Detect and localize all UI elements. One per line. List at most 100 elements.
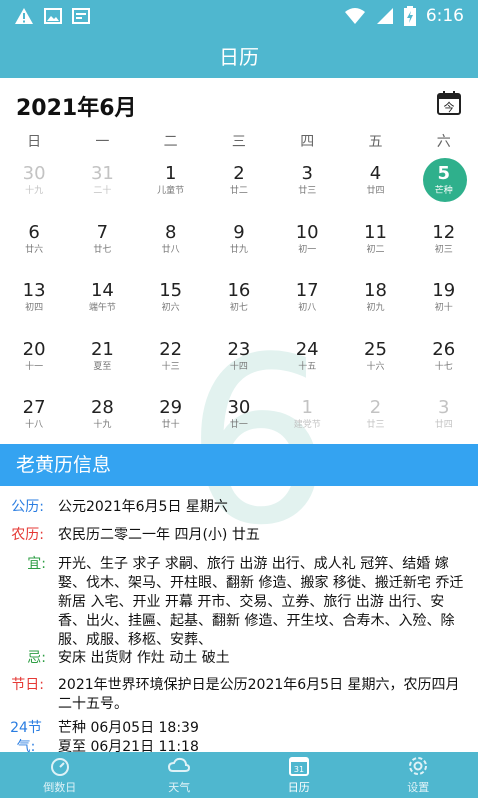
yi-value: 开光、生子 求子 求嗣、旅行 出游 出行、成人礼 冠笄、结婚 嫁娶、伐木、架马、… [58, 556, 464, 648]
tab-label: 倒数日 [43, 781, 77, 794]
day-number: 8 [164, 221, 177, 243]
lunar-day-label: 十九 [93, 420, 112, 430]
day-number: 3 [301, 163, 313, 184]
day-cell[interactable]: 26 十七 [410, 334, 478, 393]
day-cell[interactable]: 3 廿四 [410, 392, 478, 451]
day-cell[interactable]: 2 廿二 [205, 158, 273, 217]
weekday-label: 日 [27, 134, 42, 150]
day-cell[interactable]: 18 初九 [341, 275, 409, 334]
day-cell[interactable]: 8 廿八 [137, 217, 205, 276]
calendar-tab-icon: 31 [288, 757, 309, 776]
day-cell[interactable]: 16 初七 [205, 275, 273, 334]
day-cell[interactable]: 13 初四 [0, 275, 68, 334]
day-cell[interactable]: 2 廿三 [341, 392, 409, 451]
day-cell[interactable]: 21 夏至 [68, 334, 136, 393]
image-icon [44, 8, 62, 24]
day-cell[interactable]: 10 初一 [273, 217, 341, 276]
tab-weather[interactable]: 天气 [120, 752, 240, 798]
battery-charging-icon [403, 6, 416, 26]
svg-text:31: 31 [294, 765, 304, 774]
day-cell[interactable]: 3 廿三 [273, 158, 341, 217]
day-cell[interactable]: 22 十三 [137, 334, 205, 393]
day-cell[interactable]: 31 二十 [68, 158, 136, 217]
lunar-day-label: 初三 [434, 244, 453, 255]
month-title[interactable]: 2021年6月 [16, 90, 137, 122]
lunar-day-label: 廿八 [161, 244, 180, 255]
day-cell[interactable]: 6 廿六 [0, 217, 68, 276]
day-number: 14 [90, 280, 114, 301]
day-number: 26 [432, 338, 456, 360]
lunar-day-label: 廿一 [229, 420, 248, 430]
day-number: 20 [22, 338, 46, 360]
lunar-day-label: 廿二 [229, 186, 248, 196]
weekday-label: 三 [231, 134, 246, 150]
day-number: 1 [164, 163, 177, 184]
day-number: 4 [369, 163, 382, 184]
day-cell[interactable]: 11 初二 [341, 217, 409, 276]
day-number: 16 [227, 280, 251, 301]
lunar-day-label: 十九 [25, 186, 44, 196]
day-cell[interactable]: 17 初八 [273, 275, 341, 334]
day-cell[interactable]: 23 十四 [205, 334, 273, 393]
lunar-day-label: 廿九 [229, 244, 248, 255]
day-cell[interactable]: 30 廿一 [205, 392, 273, 451]
today-button[interactable]: 今 [436, 90, 462, 116]
day-number: 19 [432, 280, 456, 301]
lunar-day-label: 十八 [25, 420, 44, 430]
weather-icon [168, 757, 191, 772]
warning-icon [15, 8, 33, 24]
day-number: 17 [295, 280, 319, 301]
day-number: 11 [364, 221, 387, 243]
lunar-day-label: 十七 [434, 361, 453, 372]
day-cell[interactable]: 7 廿七 [68, 217, 136, 276]
lunar-day-label: 廿三 [298, 186, 317, 196]
lunar-day-label: 廿四 [434, 420, 453, 430]
weekday-label: 二 [163, 134, 178, 150]
day-cell[interactable]: 1 儿童节 [137, 158, 205, 217]
day-cell[interactable]: 27 十八 [0, 392, 68, 451]
day-cell[interactable]: 15 初六 [137, 275, 205, 334]
day-cell-selected[interactable]: 5 芒种 [410, 158, 478, 217]
lunar-day-label: 初九 [366, 303, 385, 313]
yi-label: 宜: [27, 556, 46, 572]
day-number: 25 [364, 338, 387, 360]
day-number: 30 [22, 163, 46, 184]
day-number: 18 [364, 280, 387, 301]
settings-icon [409, 757, 428, 775]
lunar-day-label: 初十 [434, 303, 453, 313]
tab-label: 日历 [287, 781, 310, 794]
nongli-label: 农历: [11, 527, 44, 543]
day-cell[interactable]: 24 十五 [273, 334, 341, 393]
ji-value: 安床 出货财 作灶 动土 破土 [58, 650, 230, 666]
day-cell[interactable]: 30 十九 [0, 158, 68, 217]
tab-calendar[interactable]: 31 日历 [239, 752, 359, 798]
day-cell[interactable]: 20 十一 [0, 334, 68, 393]
day-cell[interactable]: 19 初十 [410, 275, 478, 334]
tab-label: 天气 [168, 781, 191, 794]
countdown-icon [50, 758, 69, 776]
day-cell[interactable]: 12 初三 [410, 217, 478, 276]
day-cell[interactable]: 9 廿九 [205, 217, 273, 276]
tab-countdown[interactable]: 倒数日 [0, 752, 120, 798]
day-cell[interactable]: 29 廿十 [137, 392, 205, 451]
tab-settings[interactable]: 设置 [359, 752, 478, 798]
day-number: 10 [295, 221, 319, 243]
lunar-day-label: 廿四 [366, 186, 385, 196]
day-number: 15 [159, 280, 183, 301]
screenshot-icon [72, 8, 90, 24]
day-cell[interactable]: 28 十九 [68, 392, 136, 451]
lunar-day-label: 初二 [366, 244, 385, 255]
day-cell[interactable]: 4 廿四 [341, 158, 409, 217]
lunar-day-label: 初四 [25, 303, 44, 313]
lunar-day-label: 端午节 [88, 303, 116, 313]
lunar-day-label: 廿六 [25, 244, 44, 255]
day-cell[interactable]: 14 端午节 [68, 275, 136, 334]
day-cell[interactable]: 1 建党节 [273, 392, 341, 451]
weekday-header: 日一二三四五六 [0, 128, 478, 156]
weekday-label: 六 [436, 134, 451, 150]
lunar-day-label: 二十 [93, 186, 112, 196]
app-title-bar: 日历 [0, 32, 478, 78]
day-cell[interactable]: 25 十六 [341, 334, 409, 393]
day-number: 24 [295, 338, 319, 360]
day-number: 7 [96, 221, 109, 243]
